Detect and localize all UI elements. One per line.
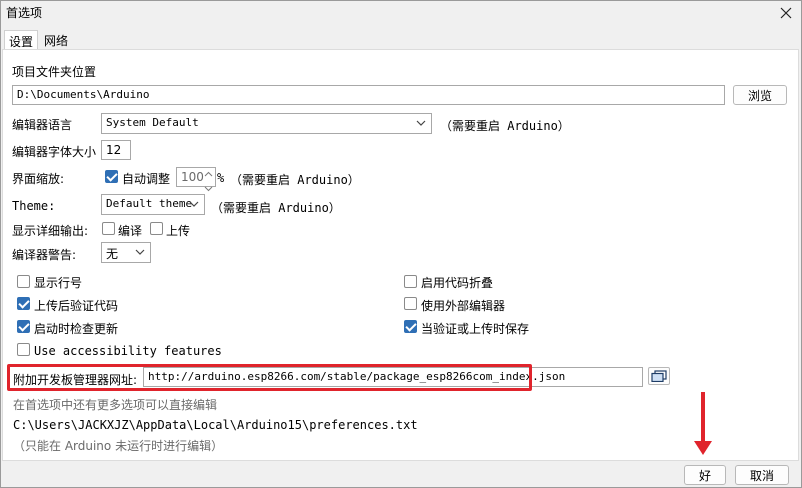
warnings-label: 编译器警告: bbox=[12, 248, 77, 262]
close-icon bbox=[780, 7, 792, 19]
language-select[interactable]: System Default bbox=[101, 113, 432, 134]
close-button[interactable] bbox=[772, 0, 800, 26]
font-size-label: 编辑器字体大小 bbox=[12, 145, 97, 159]
sketchbook-path-input[interactable]: D:\Documents\Arduino bbox=[12, 85, 725, 105]
code-folding-checkbox[interactable] bbox=[404, 275, 417, 288]
tab-network[interactable]: 网络 bbox=[40, 30, 72, 50]
verbose-label: 显示详细输出: bbox=[12, 224, 89, 238]
spinner-up-icon bbox=[204, 171, 213, 177]
window-title: 首选项 bbox=[6, 6, 43, 20]
tab-network-label: 网络 bbox=[44, 34, 69, 48]
scale-auto-label: 自动调整 bbox=[122, 172, 171, 186]
chevron-down-icon bbox=[189, 201, 199, 207]
show-line-numbers-label: 显示行号 bbox=[34, 276, 83, 290]
annotation-arrow-icon bbox=[694, 441, 712, 455]
warnings-select-value: 无 bbox=[106, 247, 119, 261]
font-size-input[interactable]: 12 bbox=[101, 140, 131, 160]
theme-restart-note: （需要重启 Arduino） bbox=[211, 201, 341, 215]
scale-percent-value: 100 bbox=[181, 170, 204, 184]
scale-unit: % bbox=[217, 171, 225, 185]
edit-when-closed-note: （只能在 Arduino 未运行时进行编辑） bbox=[13, 439, 224, 453]
verbose-compile-checkbox[interactable] bbox=[102, 222, 115, 235]
browse-button[interactable]: 浏览 bbox=[733, 85, 787, 105]
show-line-numbers-checkbox[interactable] bbox=[17, 275, 30, 288]
annotation-arrow-shaft bbox=[701, 392, 705, 444]
verbose-upload-checkbox[interactable] bbox=[150, 222, 163, 235]
more-preferences-note: 在首选项中还有更多选项可以直接编辑 bbox=[13, 398, 218, 412]
chevron-down-icon bbox=[416, 120, 426, 126]
code-folding-label: 启用代码折叠 bbox=[421, 276, 494, 290]
external-editor-label: 使用外部编辑器 bbox=[421, 299, 506, 313]
verbose-upload-label: 上传 bbox=[166, 224, 191, 238]
verbose-compile-label: 编译 bbox=[118, 224, 143, 238]
theme-select[interactable]: Default theme bbox=[101, 194, 205, 215]
language-select-value: System Default bbox=[106, 116, 199, 129]
preferences-file-path: C:\Users\JACKXJZ\AppData\Local\Arduino15… bbox=[13, 418, 418, 432]
scale-spinner[interactable] bbox=[202, 168, 215, 192]
theme-label: Theme: bbox=[12, 199, 56, 213]
scale-auto-checkbox[interactable] bbox=[105, 170, 118, 183]
check-updates-label: 启动时检查更新 bbox=[34, 322, 119, 336]
chevron-down-icon bbox=[135, 249, 145, 255]
window-list-icon bbox=[651, 370, 667, 382]
verify-after-upload-label: 上传后验证代码 bbox=[34, 299, 119, 313]
highlight-box bbox=[7, 364, 532, 391]
tab-settings[interactable]: 设置 bbox=[4, 30, 39, 50]
theme-select-value: Default theme bbox=[106, 197, 193, 210]
save-on-verify-label: 当验证或上传时保存 bbox=[421, 322, 530, 336]
language-restart-note: （需要重启 Arduino） bbox=[440, 119, 570, 133]
spinner-down-icon bbox=[204, 186, 213, 192]
tab-settings-label: 设置 bbox=[9, 35, 34, 49]
save-on-verify-checkbox[interactable] bbox=[404, 320, 417, 333]
language-label: 编辑器语言 bbox=[12, 118, 73, 132]
ok-button[interactable]: 好 bbox=[684, 465, 726, 485]
board-urls-edit-button[interactable] bbox=[648, 367, 670, 385]
external-editor-checkbox[interactable] bbox=[404, 297, 417, 310]
sketchbook-label: 项目文件夹位置 bbox=[12, 65, 97, 79]
verify-after-upload-checkbox[interactable] bbox=[17, 297, 30, 310]
check-updates-checkbox[interactable] bbox=[17, 320, 30, 333]
scale-restart-note: （需要重启 Arduino） bbox=[230, 173, 360, 187]
accessibility-checkbox[interactable] bbox=[17, 343, 30, 356]
scale-label: 界面缩放: bbox=[12, 172, 65, 186]
cancel-button[interactable]: 取消 bbox=[735, 465, 789, 485]
warnings-select[interactable]: 无 bbox=[101, 242, 151, 263]
accessibility-label: Use accessibility features bbox=[34, 344, 222, 358]
